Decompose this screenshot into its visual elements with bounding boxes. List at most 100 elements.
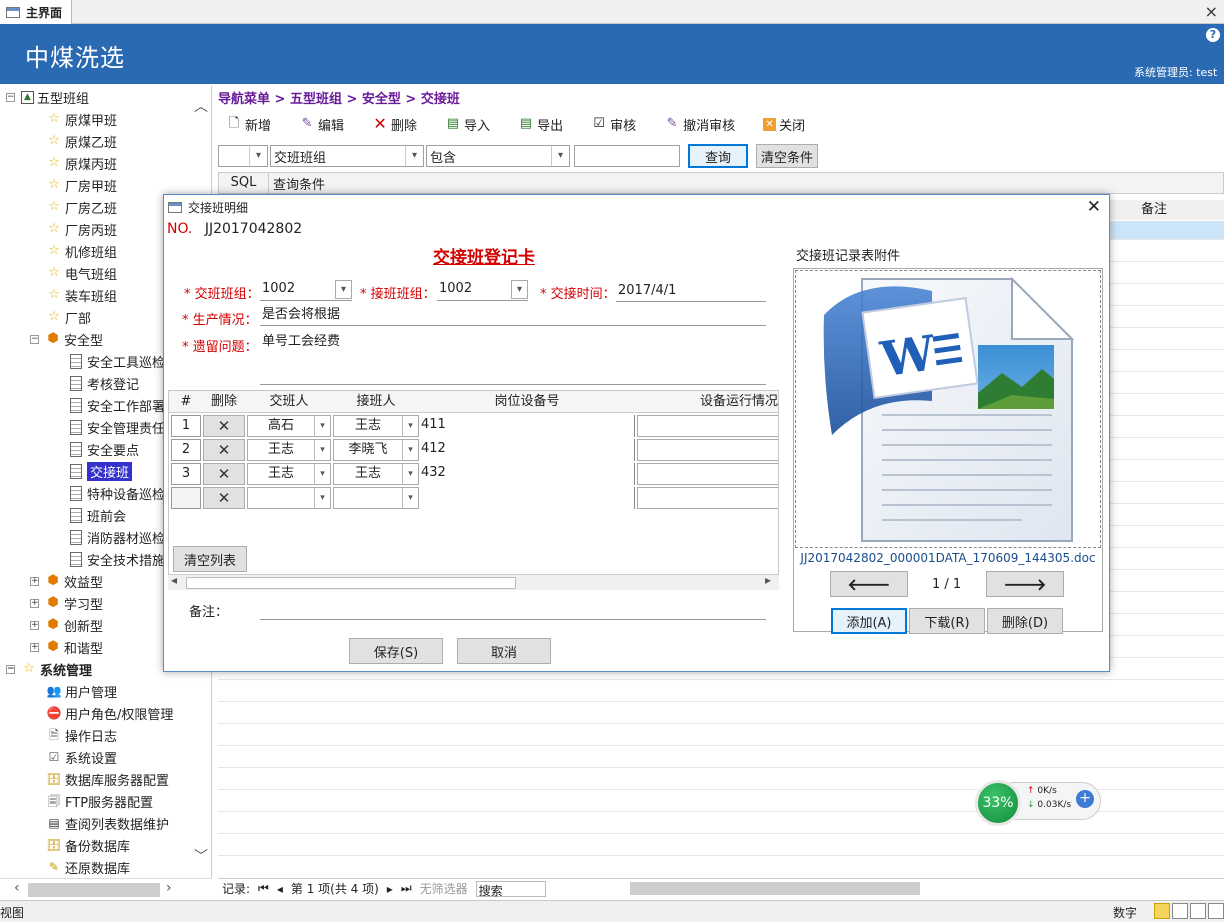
- tree-item[interactable]: ☆ 原煤乙班: [46, 130, 117, 152]
- tree-item[interactable]: ☆ 电气班组: [46, 262, 117, 284]
- chevron-down-icon[interactable]: ▾: [402, 440, 418, 460]
- device-input[interactable]: [419, 487, 635, 509]
- chevron-down-icon[interactable]: ▾: [551, 146, 569, 166]
- tree-item[interactable]: 考核登记: [68, 372, 139, 394]
- tree-item[interactable]: 特种设备巡检: [68, 482, 165, 504]
- operator-select[interactable]: 包含 ▾: [426, 145, 570, 167]
- record-search-input[interactable]: 搜索: [475, 880, 546, 898]
- device-status-input[interactable]: [637, 439, 778, 461]
- tree-item[interactable]: ☆ 厂房乙班: [46, 196, 117, 218]
- audit-button[interactable]: ☑ 审核: [591, 115, 636, 134]
- import-button[interactable]: ▤ 导入: [445, 115, 490, 134]
- logic-select[interactable]: ▾: [218, 145, 268, 167]
- scroll-thumb[interactable]: [28, 883, 160, 897]
- expand-icon[interactable]: +: [30, 576, 39, 586]
- scroll-left-icon[interactable]: ◂: [171, 573, 177, 587]
- collapse-icon[interactable]: −: [30, 334, 39, 344]
- tree-item[interactable]: 🗄 数据库服务器配置: [46, 768, 169, 790]
- window-close-icon[interactable]: ×: [1205, 2, 1218, 21]
- chevron-down-icon[interactable]: ▾: [314, 464, 330, 484]
- scroll-left-icon[interactable]: ‹: [14, 880, 20, 896]
- giver-select[interactable]: ▾: [247, 487, 331, 509]
- first-record-icon[interactable]: ⏮: [258, 881, 269, 896]
- next-attachment-button[interactable]: 🡒: [986, 571, 1064, 597]
- device-input[interactable]: 411: [419, 415, 635, 437]
- tree-item[interactable]: ☆ 厂部: [46, 306, 91, 328]
- chevron-down-icon[interactable]: ▾: [335, 280, 352, 299]
- device-status-input[interactable]: [637, 415, 778, 437]
- expand-icon[interactable]: +: [30, 642, 39, 652]
- receiver-select[interactable]: ▾: [333, 487, 419, 509]
- form-view-icon[interactable]: [1154, 903, 1170, 919]
- tree-item[interactable]: 班前会: [68, 504, 126, 526]
- scroll-thumb[interactable]: [186, 577, 516, 589]
- giver-select[interactable]: 王志 ▾: [247, 439, 331, 461]
- prev-attachment-button[interactable]: 🡐: [830, 571, 908, 597]
- filter-value-input[interactable]: [574, 145, 680, 167]
- handover-time-input[interactable]: 2017/4/1: [616, 282, 766, 302]
- tree-node-innovation[interactable]: + ⬢ 创新型: [30, 614, 103, 636]
- row-delete-button[interactable]: ✕: [203, 463, 245, 485]
- no-filter-button[interactable]: 无筛选器: [420, 880, 468, 897]
- tree-item[interactable]: 交接班: [68, 460, 133, 482]
- chevron-down-icon[interactable]: ▾: [314, 488, 330, 508]
- main-tab[interactable]: 主界面: [0, 0, 72, 24]
- tree-node-system[interactable]: − ☆ 系统管理: [6, 658, 92, 680]
- receiver-select[interactable]: 王志 ▾: [333, 415, 419, 437]
- scroll-right-icon[interactable]: ›: [166, 880, 172, 896]
- chevron-down-icon[interactable]: ▾: [402, 416, 418, 436]
- chevron-down-icon[interactable]: ▾: [511, 280, 528, 299]
- tree-item[interactable]: 🗐 FTP服务器配置: [46, 790, 153, 812]
- network-speed-widget[interactable]: 33% ↑ 0K/s ↓ 0.03K/s +: [975, 780, 1101, 826]
- table-horizontal-scrollbar[interactable]: ◂ ▸: [168, 573, 779, 590]
- chevron-down-icon[interactable]: ▾: [405, 146, 423, 166]
- tree-item[interactable]: ⛔ 用户角色/权限管理: [46, 702, 174, 724]
- giver-select[interactable]: 高石 ▾: [247, 415, 331, 437]
- attachment-preview[interactable]: W: [795, 270, 1101, 548]
- tree-item[interactable]: ▤ 查阅列表数据维护: [46, 812, 169, 834]
- tree-item[interactable]: ☆ 装车班组: [46, 284, 117, 306]
- export-button[interactable]: ▤ 导出: [518, 115, 563, 134]
- layout-view-icon[interactable]: [1190, 903, 1206, 919]
- field-select[interactable]: 交班班组 ▾: [270, 145, 424, 167]
- tree-item[interactable]: 👥 用户管理: [46, 680, 118, 702]
- save-button[interactable]: 保存(S): [349, 638, 443, 664]
- collapse-icon[interactable]: −: [6, 92, 15, 102]
- production-input[interactable]: 是否会将根据: [260, 306, 766, 326]
- tree-item[interactable]: 🗎 操作日志: [46, 724, 117, 746]
- design-view-icon[interactable]: [1208, 903, 1224, 919]
- tree-item[interactable]: 安全工作部署: [68, 394, 165, 416]
- tree-node-safety[interactable]: − ⬢ 安全型: [30, 328, 103, 350]
- plus-icon[interactable]: +: [1076, 790, 1094, 808]
- device-input[interactable]: 432: [419, 463, 635, 485]
- receiver-select[interactable]: 王志 ▾: [333, 463, 419, 485]
- new-button[interactable]: 🗋 新增: [226, 115, 271, 134]
- tree-item[interactable]: ☆ 原煤丙班: [46, 152, 117, 174]
- tree-item[interactable]: ☆ 机修班组: [46, 240, 117, 262]
- grid-horizontal-scrollbar[interactable]: [618, 881, 1218, 896]
- issues-input[interactable]: 单号工会经费: [260, 333, 766, 385]
- scroll-down-icon[interactable]: ﹀: [194, 846, 208, 866]
- help-icon[interactable]: ?: [1206, 28, 1220, 42]
- download-attachment-button[interactable]: 下载(R): [909, 608, 985, 634]
- remark-input[interactable]: [260, 619, 766, 620]
- chevron-down-icon[interactable]: ▾: [314, 416, 330, 436]
- tree-item[interactable]: 安全要点: [68, 438, 139, 460]
- expand-icon[interactable]: +: [30, 620, 39, 630]
- collapse-icon[interactable]: −: [6, 664, 15, 674]
- delete-attachment-button[interactable]: 删除(D): [987, 608, 1063, 634]
- unaudit-button[interactable]: ✎ 撤消审核: [664, 115, 735, 134]
- tree-item[interactable]: ☑ 系统设置: [46, 746, 117, 768]
- tree-item[interactable]: ✎ 还原数据库: [46, 856, 130, 878]
- clear-conditions-button[interactable]: 清空条件: [756, 144, 818, 168]
- tree-node-learning[interactable]: + ⬢ 学习型: [30, 592, 103, 614]
- dialog-close-icon[interactable]: ✕: [1087, 197, 1101, 217]
- recv-team-select[interactable]: 1002 ▾: [437, 279, 528, 301]
- receiver-select[interactable]: 李晓飞 ▾: [333, 439, 419, 461]
- delete-button[interactable]: ✕ 删除: [372, 115, 417, 134]
- tree-item[interactable]: 🗄 备份数据库: [46, 834, 130, 856]
- scroll-thumb[interactable]: [630, 882, 920, 895]
- tree-item[interactable]: 安全技术措施: [68, 548, 165, 570]
- cancel-button[interactable]: 取消: [457, 638, 551, 664]
- edit-button[interactable]: ✎ 编辑: [299, 115, 344, 134]
